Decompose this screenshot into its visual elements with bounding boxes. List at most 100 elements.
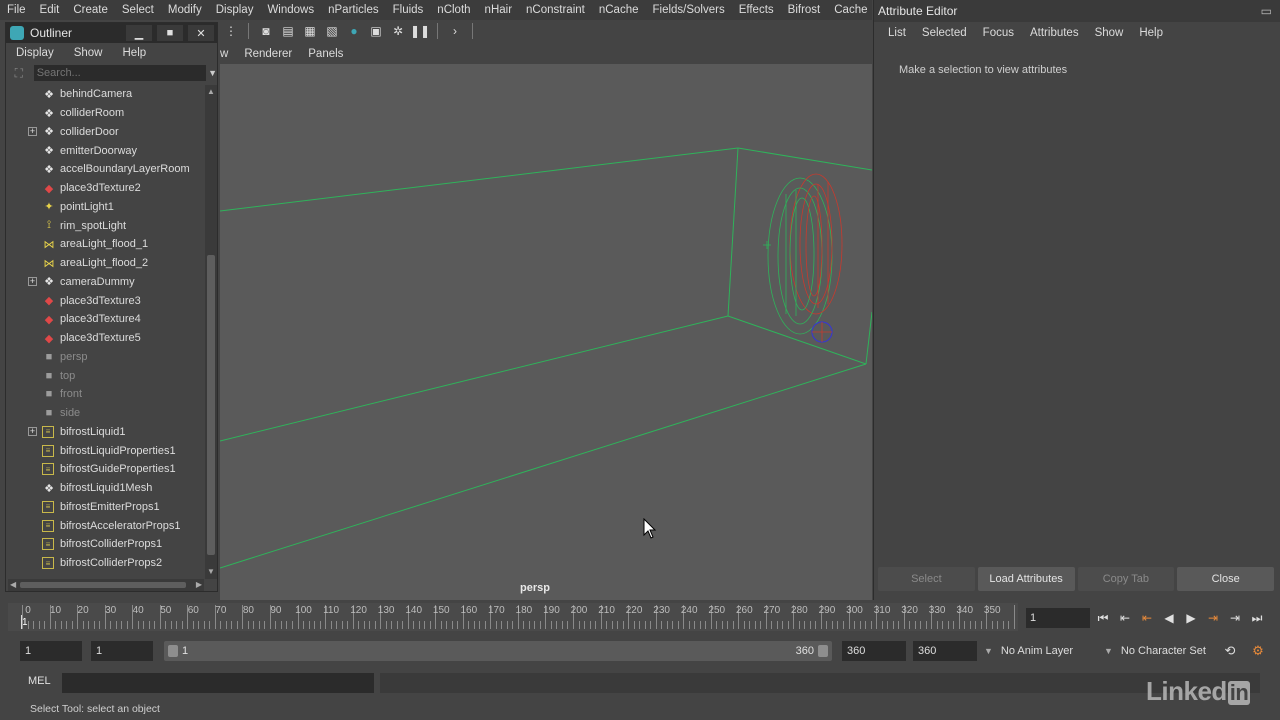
ipr-render-icon[interactable]: ▦ — [301, 23, 319, 39]
step-back-frame-icon[interactable]: ⇤ — [1116, 608, 1134, 628]
clapboard-icon[interactable]: ▤ — [279, 23, 297, 39]
end-time-field[interactable]: 360 — [913, 641, 977, 661]
range-bar[interactable]: 1 360 — [164, 641, 832, 661]
outliner-item[interactable]: ■ front — [6, 385, 204, 404]
outliner-item[interactable]: ≡ bifrostEmitterProps1 — [6, 498, 204, 517]
menu-display[interactable]: Display — [209, 0, 261, 20]
attr-menu-selected[interactable]: Selected — [914, 27, 975, 39]
attr-menu-show[interactable]: Show — [1087, 27, 1132, 39]
menu-ncloth[interactable]: nCloth — [430, 0, 477, 20]
outliner-item[interactable]: ■ persp — [6, 348, 204, 367]
outliner-item[interactable]: ◆ place3dTexture4 — [6, 310, 204, 329]
select-button[interactable]: Select — [878, 567, 975, 591]
viewport-menu-renderer[interactable]: Renderer — [236, 48, 300, 60]
outliner-item[interactable]: ≡ bifrostColliderProps1 — [6, 535, 204, 554]
attr-menu-attributes[interactable]: Attributes — [1022, 27, 1087, 39]
mel-label[interactable]: MEL — [28, 675, 51, 687]
playback-start-field[interactable]: 1 — [91, 641, 153, 661]
outliner-item[interactable]: + ❖ colliderDoor — [6, 123, 204, 142]
outliner-item[interactable]: ❖ emitterDoorway — [6, 141, 204, 160]
step-forward-frame-icon[interactable]: ⇥ — [1226, 608, 1244, 628]
3d-viewport[interactable]: persp — [220, 64, 872, 600]
outliner-title-bar[interactable]: Outliner ▁ ■ ✕ — [6, 23, 217, 43]
animation-preferences-icon[interactable]: ⚙ — [1250, 643, 1266, 659]
outliner-menu-display[interactable]: Display — [6, 47, 64, 59]
expand-icon[interactable]: + — [28, 427, 37, 437]
snapshot-icon[interactable]: ◙ — [257, 23, 275, 39]
scroll-left-icon[interactable]: ◀ — [10, 580, 16, 589]
menu-ncache[interactable]: nCache — [592, 0, 646, 20]
expand-icon[interactable]: + — [28, 277, 37, 287]
play-backwards-icon[interactable]: ◀ — [1160, 608, 1178, 628]
menu-effects[interactable]: Effects — [732, 0, 781, 20]
outliner-item[interactable]: ⟟ rim_spotLight — [6, 216, 204, 235]
outliner-item[interactable]: ⋈ areaLight_flood_2 — [6, 254, 204, 273]
outliner-item[interactable]: ◆ place3dTexture3 — [6, 291, 204, 310]
outliner-menu-help[interactable]: Help — [113, 47, 157, 59]
menu-create[interactable]: Create — [66, 0, 115, 20]
hypershade-icon[interactable]: ● — [345, 23, 363, 39]
outliner-item[interactable]: ❖ colliderRoom — [6, 104, 204, 123]
step-forward-key-icon[interactable]: ⇥ — [1204, 608, 1222, 628]
playback-end-field[interactable]: 360 — [842, 641, 906, 661]
outliner-menu-show[interactable]: Show — [64, 47, 113, 59]
character-set-dropdown[interactable]: ▼ No Character Set — [1104, 641, 1206, 661]
outliner-item[interactable]: ❖ bifrostLiquid1Mesh — [6, 479, 204, 498]
maximize-button[interactable]: ■ — [157, 25, 183, 41]
outliner-item[interactable]: ■ side — [6, 404, 204, 423]
scrollbar-thumb[interactable] — [20, 582, 186, 588]
time-ruler[interactable]: 1 0 10 20 30 40 50 60 70 80 90 100 110 120 130 140 150 1… — [8, 603, 1018, 631]
scroll-down-icon[interactable]: ▼ — [206, 567, 216, 577]
outliner-item[interactable]: ≡ bifrostColliderProps2 — [6, 554, 204, 573]
menu-file[interactable]: File — [0, 0, 33, 20]
go-to-end-icon[interactable]: ⏭ — [1248, 608, 1266, 628]
current-frame-field[interactable]: 1 — [1026, 608, 1090, 628]
start-time-field[interactable]: 1 — [20, 641, 82, 661]
range-start-handle[interactable] — [168, 645, 178, 657]
scrollbar-thumb[interactable] — [207, 255, 215, 555]
panel-close-icon[interactable]: ▭ — [1261, 4, 1272, 18]
outliner-item[interactable]: ≡ bifrostGuideProperties1 — [6, 460, 204, 479]
outliner-item[interactable]: + ≡ bifrostLiquid1 — [6, 423, 204, 442]
outliner-item[interactable]: ⋈ areaLight_flood_1 — [6, 235, 204, 254]
menu-nparticles[interactable]: nParticles — [321, 0, 386, 20]
pause-icon[interactable]: ❚❚ — [410, 23, 430, 39]
attr-menu-help[interactable]: Help — [1131, 27, 1171, 39]
play-forwards-icon[interactable]: ▶ — [1182, 608, 1200, 628]
filter-icon[interactable]: ⛶ — [12, 66, 26, 80]
menu-nconstraint[interactable]: nConstraint — [519, 0, 592, 20]
auto-key-icon[interactable]: ⟲ — [1222, 643, 1238, 659]
render-view-icon[interactable]: ▣ — [367, 23, 385, 39]
menu-fluids[interactable]: Fluids — [386, 0, 431, 20]
menu-windows[interactable]: Windows — [260, 0, 321, 20]
copy-tab-button[interactable]: Copy Tab — [1077, 567, 1175, 591]
collapse-arrow-icon[interactable]: › — [446, 23, 464, 39]
step-back-key-icon[interactable]: ⇤ — [1138, 608, 1156, 628]
mel-input[interactable] — [62, 673, 374, 693]
search-dropdown-icon[interactable]: ▼ — [208, 68, 217, 78]
close-button[interactable]: ✕ — [188, 25, 214, 41]
outliner-item[interactable]: ■ top — [6, 366, 204, 385]
menu-fields-solvers[interactable]: Fields/Solvers — [645, 0, 731, 20]
render-settings-icon[interactable]: ▧ — [323, 23, 341, 39]
outliner-search-input[interactable] — [33, 65, 207, 81]
go-to-start-icon[interactable]: ⏮ — [1094, 608, 1112, 628]
outliner-item[interactable]: + ❖ cameraDummy — [6, 273, 204, 292]
close-button[interactable]: Close — [1177, 567, 1274, 591]
outliner-item[interactable]: ❖ accelBoundaryLayerRoom — [6, 160, 204, 179]
anim-layer-dropdown[interactable]: ▼ No Anim Layer — [984, 641, 1073, 661]
attr-menu-list[interactable]: List — [880, 27, 914, 39]
outliner-horizontal-scrollbar[interactable]: ◀ ▶ — [8, 579, 204, 591]
attr-menu-focus[interactable]: Focus — [975, 27, 1022, 39]
scroll-up-icon[interactable]: ▲ — [206, 87, 216, 97]
menu-bifrost[interactable]: Bifrost — [781, 0, 828, 20]
menu-nhair[interactable]: nHair — [478, 0, 519, 20]
outliner-item[interactable]: ◆ place3dTexture5 — [6, 329, 204, 348]
scroll-right-icon[interactable]: ▶ — [196, 580, 202, 589]
menu-edit[interactable]: Edit — [33, 0, 67, 20]
viewport-menu-w[interactable]: w — [220, 48, 236, 60]
range-end-handle[interactable] — [818, 645, 828, 657]
menu-cache[interactable]: Cache — [827, 0, 874, 20]
outliner-item[interactable]: ≡ bifrostLiquidProperties1 — [6, 441, 204, 460]
expand-icon[interactable]: + — [28, 127, 37, 137]
